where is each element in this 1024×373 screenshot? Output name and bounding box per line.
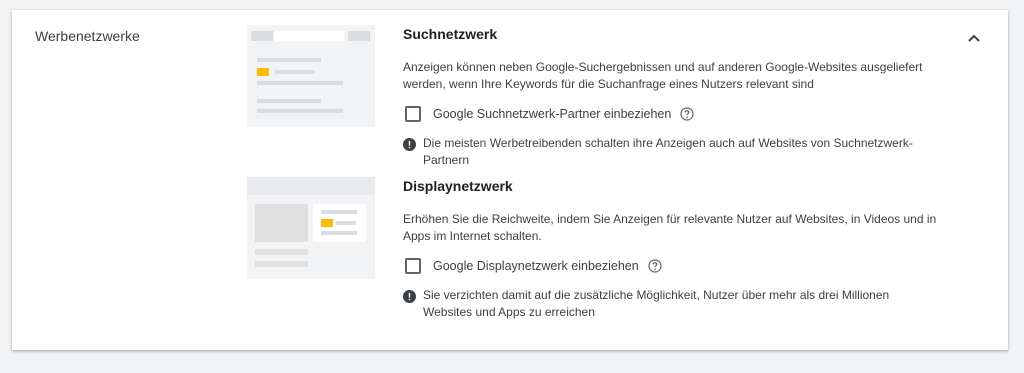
display-network-illustration [247,177,375,279]
search-network-title: Suchnetzwerk [403,26,498,42]
display-network-option[interactable]: Google Displaynetzwerk einbeziehen [403,257,943,275]
search-network-note-text: Die meisten Werbetreibenden schalten ihr… [423,136,913,167]
section-label: Werbenetzwerke [35,28,140,44]
chevron-up-icon [968,34,980,42]
collapse-button[interactable] [962,26,986,50]
help-icon[interactable] [680,107,694,121]
search-network-section: Suchnetzwerk Anzeigen können neben Googl… [403,26,943,169]
display-network-section: Displaynetzwerk Erhöhen Sie die Reichwei… [403,178,943,321]
display-network-note: Sie verzichten damit auf die zusätzliche… [403,287,943,321]
alert-icon [403,290,416,303]
display-network-title: Displaynetzwerk [403,178,513,194]
search-partners-checkbox[interactable] [405,106,421,122]
display-network-checkbox[interactable] [405,258,421,274]
display-network-label[interactable]: Google Displaynetzwerk einbeziehen [433,259,639,273]
ad-networks-card: Werbenetzwerke Suchnetzwerk Anzeigen kön… [12,10,1008,350]
alert-icon [403,138,416,151]
display-network-description: Erhöhen Sie die Reichweite, indem Sie An… [403,212,937,243]
search-network-illustration [247,25,375,127]
search-network-note: Die meisten Werbetreibenden schalten ihr… [403,135,943,169]
search-partners-option[interactable]: Google Suchnetzwerk-Partner einbeziehen [403,105,943,123]
display-network-note-text: Sie verzichten damit auf die zusätzliche… [423,288,890,319]
search-partners-label[interactable]: Google Suchnetzwerk-Partner einbeziehen [433,107,671,121]
help-icon[interactable] [648,259,662,273]
search-network-description: Anzeigen können neben Google-Suchergebni… [403,60,923,91]
